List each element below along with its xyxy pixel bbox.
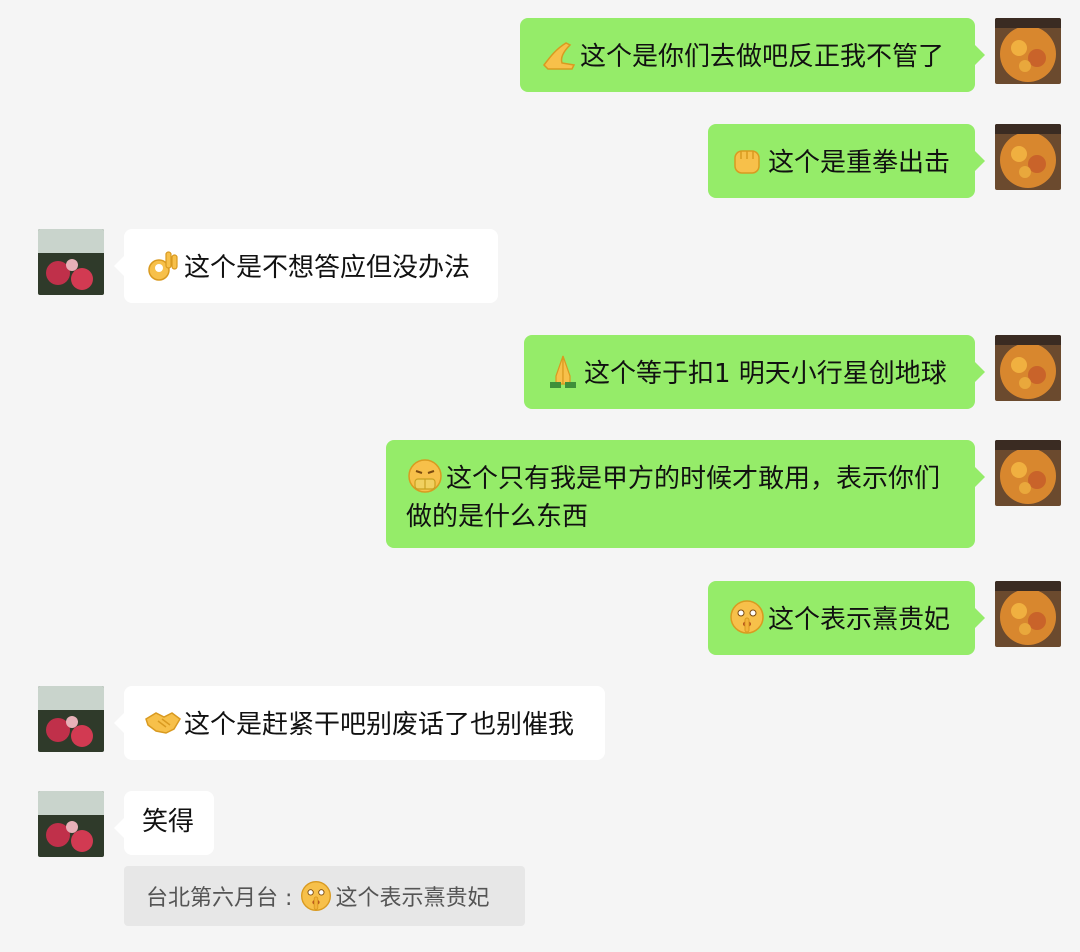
message-text: 这个是不想答应但没办法 bbox=[184, 253, 471, 283]
message-bubble-outgoing[interactable]: 这个等于扣1 明天小行星创地球 bbox=[524, 335, 985, 409]
my-avatar[interactable] bbox=[995, 581, 1061, 647]
quoted-message[interactable]: 台北第六月台 : 这个表示熹贵妃 bbox=[124, 866, 525, 926]
message-bubble-outgoing[interactable]: 这个表示熹贵妃 bbox=[708, 581, 985, 655]
message-bubble-incoming[interactable]: 笑得 bbox=[114, 791, 214, 855]
raised-fist-emoji-icon bbox=[728, 141, 766, 179]
message-bubble-outgoing[interactable]: 这个是你们去做吧反正我不管了 bbox=[520, 18, 985, 92]
message-text: 这个等于扣1 明天小行星创地球 bbox=[584, 359, 947, 389]
my-avatar[interactable] bbox=[995, 335, 1061, 401]
message-bubble-outgoing[interactable]: 这个只有我是甲方的时候才敢用，表示你们做的是什么东西 bbox=[386, 440, 985, 548]
handshake-emoji-icon bbox=[144, 703, 182, 741]
message-text: 这个是赶紧干吧别废话了也别催我 bbox=[184, 710, 575, 740]
quote-separator: : bbox=[285, 886, 293, 911]
message-text: 这个只有我是甲方的时候才敢用，表示你们做的是什么东西 bbox=[406, 464, 941, 532]
my-avatar[interactable] bbox=[995, 440, 1061, 506]
message-bubble-incoming[interactable]: 这个是不想答应但没办法 bbox=[114, 229, 498, 303]
message-text: 笑得 bbox=[142, 807, 195, 837]
ok-hand-emoji-icon bbox=[144, 246, 182, 284]
contact-avatar[interactable] bbox=[38, 791, 104, 857]
contact-avatar[interactable] bbox=[38, 686, 104, 752]
money-mouth-emoji-icon bbox=[406, 457, 444, 495]
message-text: 这个表示熹贵妃 bbox=[768, 605, 951, 635]
my-avatar[interactable] bbox=[995, 18, 1061, 84]
message-text: 这个是重拳出击 bbox=[768, 148, 951, 178]
my-avatar[interactable] bbox=[995, 124, 1061, 190]
pointing-hand-emoji-icon bbox=[540, 35, 578, 73]
contact-avatar[interactable] bbox=[38, 229, 104, 295]
message-bubble-incoming[interactable]: 这个是赶紧干吧别废话了也别催我 bbox=[114, 686, 605, 760]
shushing-face-emoji-icon bbox=[728, 598, 766, 636]
folded-hands-emoji-icon bbox=[544, 352, 582, 390]
quote-text: 这个表示熹贵妃 bbox=[335, 886, 490, 911]
shushing-face-emoji-icon bbox=[299, 879, 333, 913]
quote-author: 台北第六月台 bbox=[146, 886, 279, 911]
chat-view: 这个是你们去做吧反正我不管了 这个是重拳出击 这个是不想答应但没办法 这个等于扣… bbox=[0, 0, 1080, 952]
message-bubble-outgoing[interactable]: 这个是重拳出击 bbox=[708, 124, 985, 198]
message-text: 这个是你们去做吧反正我不管了 bbox=[580, 42, 945, 72]
